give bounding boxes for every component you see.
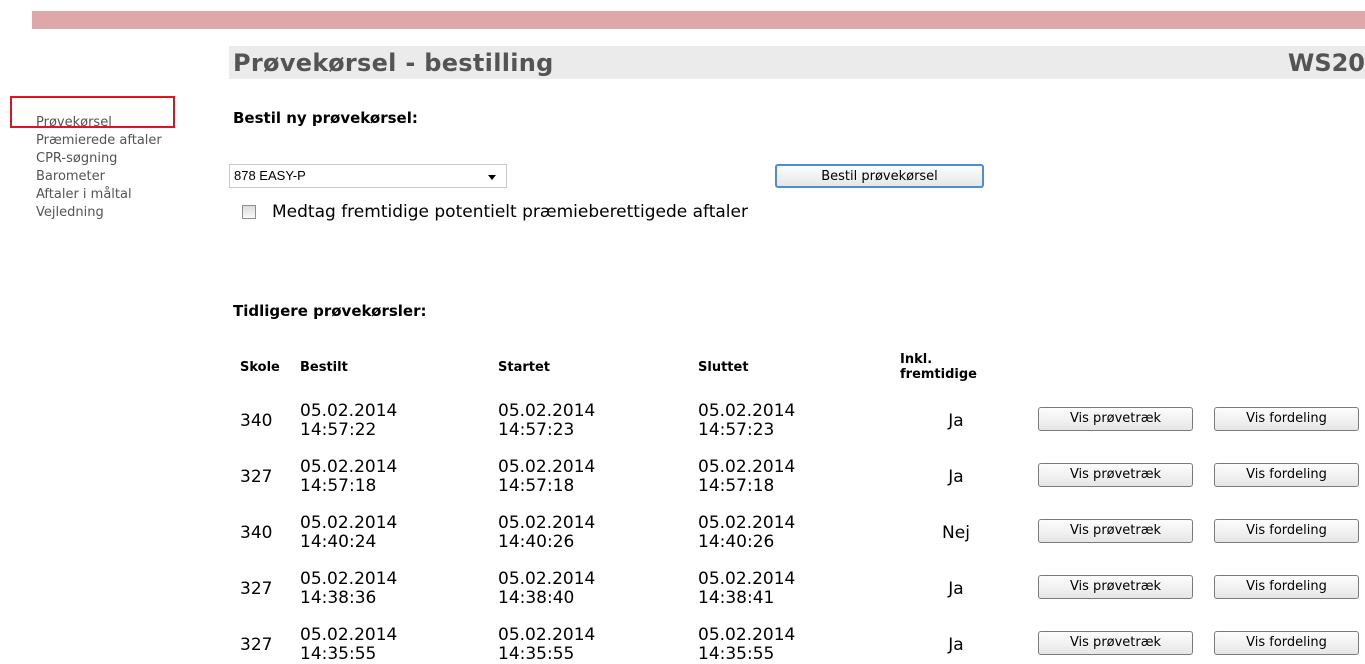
cell-ended-date: 05.02.2014: [698, 625, 796, 645]
cell-started: 05.02.2014 14:38:40: [498, 570, 595, 608]
sidebar-item-provekorsel[interactable]: Prøvekørsel: [36, 114, 162, 132]
cell-ordered-time: 14:38:36: [300, 588, 377, 608]
column-header-ended: Sluttet: [698, 360, 749, 375]
show-sample-button[interactable]: Vis prøvetræk: [1038, 631, 1193, 655]
cell-ended-time: 14:38:41: [698, 588, 775, 608]
cell-started-date: 05.02.2014: [498, 625, 596, 645]
cell-started: 05.02.2014 14:57:18: [498, 458, 595, 496]
cell-ended-time: 14:35:55: [698, 644, 775, 664]
sidebar-item-barometer[interactable]: Barometer: [36, 168, 162, 186]
column-header-include-line1: Inkl.: [900, 352, 933, 367]
cell-ended-time: 14:57:23: [698, 420, 775, 440]
column-header-started: Startet: [498, 360, 551, 375]
cell-ended-time: 14:57:18: [698, 476, 775, 496]
cell-ended: 05.02.2014 14:40:26: [698, 514, 795, 552]
cell-school: 340: [240, 411, 273, 431]
cell-include-future: Nej: [942, 523, 970, 543]
cell-ordered-time: 14:35:55: [300, 644, 377, 664]
sidebar-item-cpr-sogning[interactable]: CPR-søgning: [36, 150, 162, 168]
cell-started: 05.02.2014 14:57:23: [498, 402, 595, 440]
cell-started-date: 05.02.2014: [498, 401, 596, 421]
cell-started-time: 14:57:18: [498, 476, 575, 496]
cell-include-future: Ja: [948, 635, 964, 655]
history-heading: Tidligere prøvekørsler:: [233, 302, 427, 320]
include-future-label: Medtag fremtidige potentielt præmieberet…: [272, 202, 748, 222]
cell-started-time: 14:35:55: [498, 644, 575, 664]
cell-school: 327: [240, 635, 273, 655]
column-header-include-line2: fremtidige: [900, 367, 977, 382]
page-title: Prøvekørsel - bestilling: [233, 49, 554, 77]
cell-ordered-date: 05.02.2014: [300, 401, 398, 421]
column-header-school: Skole: [240, 360, 280, 375]
show-distribution-button[interactable]: Vis fordeling: [1214, 407, 1359, 431]
cell-ended: 05.02.2014 14:35:55: [698, 626, 795, 664]
cell-ended: 05.02.2014 14:57:23: [698, 402, 795, 440]
cell-started-time: 14:38:40: [498, 588, 575, 608]
cell-started: 05.02.2014 14:35:55: [498, 626, 595, 664]
cell-ordered-date: 05.02.2014: [300, 625, 398, 645]
cell-school: 327: [240, 467, 273, 487]
cell-include-future: Ja: [948, 579, 964, 599]
column-header-include-future: Inkl. fremtidige: [900, 352, 977, 382]
cell-started-date: 05.02.2014: [498, 457, 596, 477]
cell-ended: 05.02.2014 14:57:18: [698, 458, 795, 496]
cell-ended-date: 05.02.2014: [698, 513, 796, 533]
cell-ordered-time: 14:40:24: [300, 532, 377, 552]
cell-ended-time: 14:40:26: [698, 532, 775, 552]
top-banner-bar: [32, 11, 1365, 29]
cell-ended-date: 05.02.2014: [698, 401, 796, 421]
cell-started-date: 05.02.2014: [498, 569, 596, 589]
sidebar-item-vejledning[interactable]: Vejledning: [36, 204, 162, 222]
cell-ordered: 05.02.2014 14:40:24: [300, 514, 397, 552]
cell-ordered: 05.02.2014 14:38:36: [300, 570, 397, 608]
cell-started-time: 14:40:26: [498, 532, 575, 552]
cell-include-future: Ja: [948, 467, 964, 487]
order-test-run-button[interactable]: Bestil prøvekørsel: [775, 164, 984, 188]
sidebar-nav: Prøvekørsel Præmierede aftaler CPR-søgni…: [36, 114, 162, 222]
cell-ordered-date: 05.02.2014: [300, 513, 398, 533]
sidebar-item-praemierede-aftaler[interactable]: Præmierede aftaler: [36, 132, 162, 150]
show-distribution-button[interactable]: Vis fordeling: [1214, 463, 1359, 487]
chevron-down-icon: [488, 175, 496, 180]
cell-ended-date: 05.02.2014: [698, 457, 796, 477]
cell-school: 340: [240, 523, 273, 543]
page-code: WS20: [1287, 49, 1365, 77]
show-distribution-button[interactable]: Vis fordeling: [1214, 519, 1359, 543]
cell-started-date: 05.02.2014: [498, 513, 596, 533]
order-heading: Bestil ny prøvekørsel:: [233, 109, 418, 127]
cell-ordered: 05.02.2014 14:57:18: [300, 458, 397, 496]
cell-include-future: Ja: [948, 411, 964, 431]
cell-ordered-time: 14:57:18: [300, 476, 377, 496]
cell-ended: 05.02.2014 14:38:41: [698, 570, 795, 608]
include-future-checkbox[interactable]: [242, 205, 256, 219]
cell-ordered-time: 14:57:22: [300, 420, 377, 440]
cell-started: 05.02.2014 14:40:26: [498, 514, 595, 552]
cell-ordered-date: 05.02.2014: [300, 457, 398, 477]
cell-school: 327: [240, 579, 273, 599]
show-sample-button[interactable]: Vis prøvetræk: [1038, 575, 1193, 599]
cell-ordered: 05.02.2014 14:57:22: [300, 402, 397, 440]
show-sample-button[interactable]: Vis prøvetræk: [1038, 519, 1193, 543]
show-distribution-button[interactable]: Vis fordeling: [1214, 631, 1359, 655]
cell-started-time: 14:57:23: [498, 420, 575, 440]
show-sample-button[interactable]: Vis prøvetræk: [1038, 407, 1193, 431]
school-select-value: 878 EASY-P: [234, 168, 306, 183]
cell-ordered: 05.02.2014 14:35:55: [300, 626, 397, 664]
school-select[interactable]: 878 EASY-P: [229, 164, 507, 188]
cell-ended-date: 05.02.2014: [698, 569, 796, 589]
column-header-ordered: Bestilt: [300, 360, 348, 375]
cell-ordered-date: 05.02.2014: [300, 569, 398, 589]
show-distribution-button[interactable]: Vis fordeling: [1214, 575, 1359, 599]
show-sample-button[interactable]: Vis prøvetræk: [1038, 463, 1193, 487]
sidebar-item-aftaler-i-maltal[interactable]: Aftaler i måltal: [36, 186, 162, 204]
